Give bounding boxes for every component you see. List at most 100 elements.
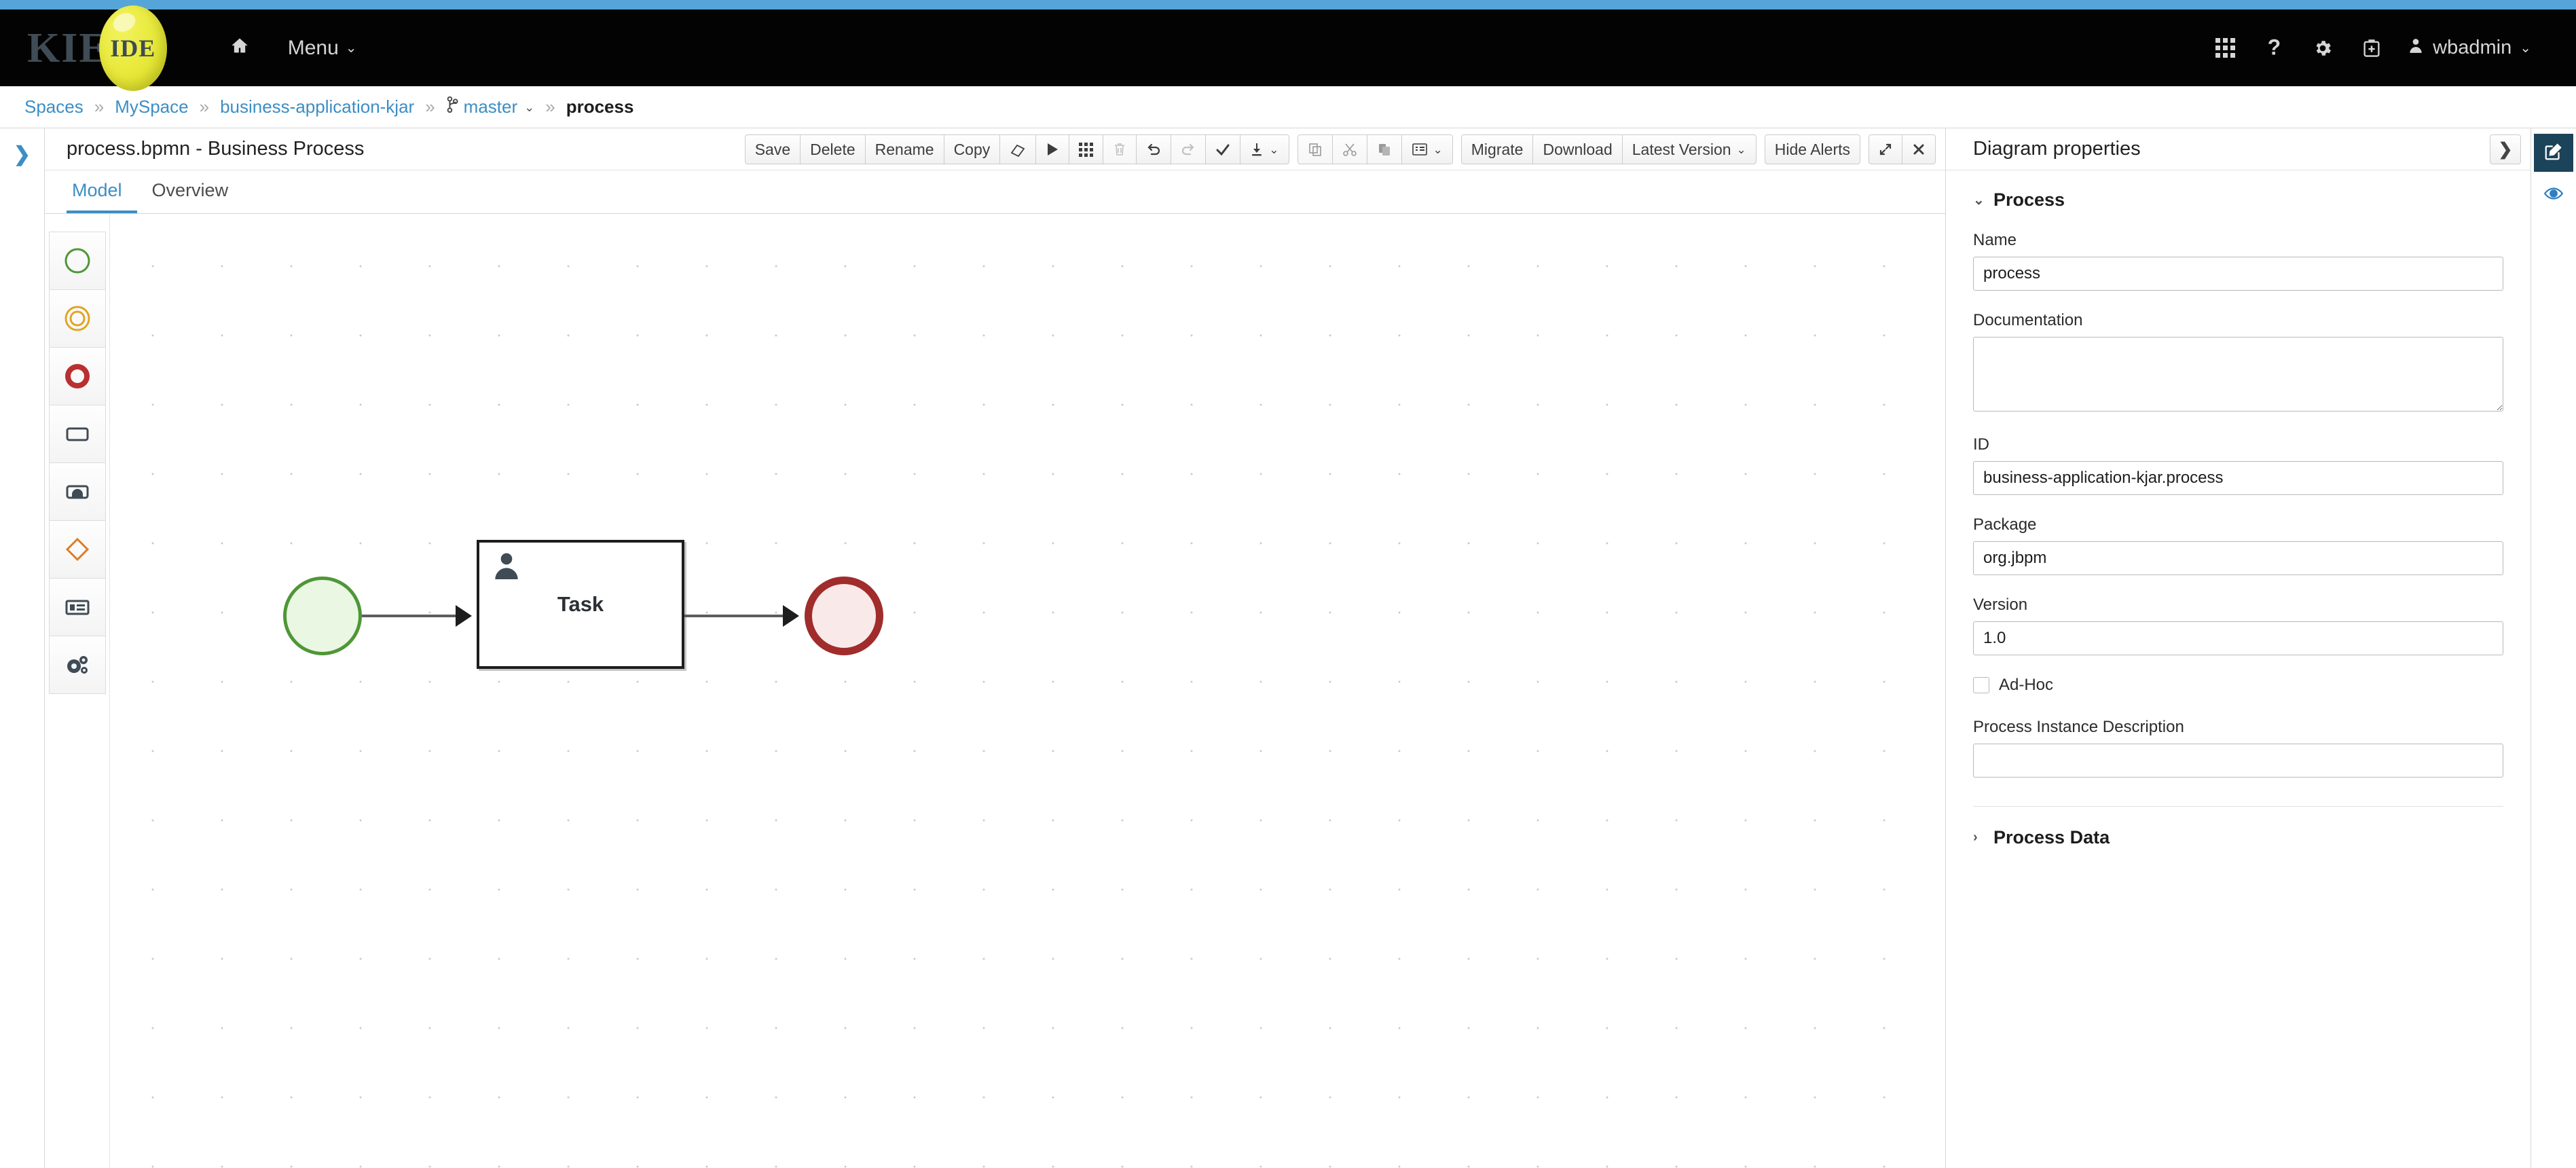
adhoc-checkbox[interactable] bbox=[1973, 677, 1989, 693]
adhoc-label[interactable]: Ad-Hoc bbox=[1999, 676, 2053, 695]
name-input[interactable] bbox=[1973, 257, 2503, 291]
name-label: Name bbox=[1973, 231, 2017, 249]
save-button[interactable]: Save bbox=[744, 134, 801, 164]
diagram-properties-panel: Diagram properties ❯ ⌄ Process Name Docu… bbox=[1946, 128, 2531, 1168]
grid-toggle-button[interactable] bbox=[1069, 134, 1104, 164]
duplicate-icon bbox=[1308, 142, 1323, 157]
preview-eye-tab[interactable] bbox=[2534, 176, 2573, 214]
pencil-square-icon bbox=[2543, 141, 2564, 165]
editor-column: process.bpmn - Business Process Save Del… bbox=[45, 128, 1946, 1168]
start-event-icon bbox=[65, 248, 90, 274]
section-process-data-header[interactable]: › Process Data bbox=[1973, 827, 2503, 848]
migrate-button[interactable]: Migrate bbox=[1460, 134, 1534, 164]
sequence-flow-start-to-task[interactable] bbox=[362, 615, 456, 617]
breadcrumb-item-spaces[interactable]: Spaces bbox=[24, 96, 84, 117]
close-x-icon bbox=[1912, 143, 1926, 156]
trash-icon bbox=[1113, 142, 1126, 157]
delete-button[interactable]: Delete bbox=[800, 134, 866, 164]
rename-button[interactable]: Rename bbox=[864, 134, 944, 164]
settings-gear-icon[interactable] bbox=[2298, 10, 2347, 86]
eraser-button[interactable] bbox=[999, 134, 1037, 164]
editor-tabs: Model Overview bbox=[45, 170, 1945, 214]
cut-button[interactable] bbox=[1331, 134, 1367, 164]
palette-subprocess-tool[interactable] bbox=[48, 462, 106, 521]
hide-alerts-button[interactable]: Hide Alerts bbox=[1764, 134, 1860, 164]
masthead: KIE IDE Menu ⌄ ? wbadmin ⌄ bbox=[0, 5, 2576, 91]
properties-header: Diagram properties ❯ bbox=[1946, 128, 2531, 170]
download-split-button[interactable]: ⌄ bbox=[1240, 134, 1289, 164]
palette-container-tool[interactable] bbox=[48, 578, 106, 636]
bpmn-end-event-node[interactable] bbox=[805, 577, 883, 655]
breadcrumb-item-myspace[interactable]: MySpace bbox=[115, 96, 188, 117]
palette-end-event-tool[interactable] bbox=[48, 347, 106, 405]
validate-check-button[interactable] bbox=[1205, 134, 1241, 164]
toolbar-file-actions: Save Delete Rename Copy ⌄ bbox=[744, 134, 1289, 164]
explorer-expand-chevron-right-icon[interactable]: ❯ bbox=[14, 145, 31, 1168]
version-label: Version bbox=[1973, 596, 2028, 614]
latest-version-dropdown[interactable]: Latest Version ⌄ bbox=[1621, 134, 1756, 164]
shape-palette bbox=[45, 214, 110, 1168]
section-process-header[interactable]: ⌄ Process bbox=[1973, 189, 2503, 211]
undo-icon bbox=[1146, 142, 1161, 157]
app-launcher-icon[interactable] bbox=[2201, 10, 2249, 86]
process-instance-description-input[interactable] bbox=[1973, 744, 2503, 778]
home-button[interactable] bbox=[210, 10, 269, 86]
documentation-textarea[interactable] bbox=[1973, 337, 2503, 412]
palette-service-tasks-tool[interactable] bbox=[48, 636, 106, 694]
sequence-flow-task-to-end[interactable] bbox=[684, 615, 783, 617]
properties-title: Diagram properties bbox=[1973, 138, 2141, 160]
bpmn-user-task-node[interactable]: Task bbox=[477, 540, 684, 669]
first-aid-kit-icon[interactable] bbox=[2347, 10, 2396, 86]
canvas-area: Task bbox=[45, 214, 1945, 1168]
trash-button[interactable] bbox=[1103, 134, 1137, 164]
chevron-down-icon: ⌄ bbox=[1269, 143, 1279, 156]
paste-icon bbox=[1377, 142, 1392, 157]
brand-logo[interactable]: KIE IDE bbox=[27, 5, 167, 91]
palette-intermediate-event-tool[interactable] bbox=[48, 289, 106, 348]
view-options-button[interactable]: ⌄ bbox=[1401, 134, 1453, 164]
user-menu-button[interactable]: wbadmin ⌄ bbox=[2396, 10, 2545, 86]
properties-edit-tab[interactable] bbox=[2534, 134, 2573, 172]
duplicate-button[interactable] bbox=[1297, 134, 1333, 164]
chevron-down-icon: ⌄ bbox=[1973, 193, 1985, 208]
package-input[interactable] bbox=[1973, 541, 2503, 575]
breadcrumb: Spaces » MySpace » business-application-… bbox=[0, 86, 2576, 128]
bpmn-task-label: Task bbox=[557, 592, 604, 616]
redo-icon bbox=[1181, 142, 1196, 157]
paste-button[interactable] bbox=[1366, 134, 1402, 164]
undo-button[interactable] bbox=[1136, 134, 1172, 164]
bpmn-start-event-node[interactable] bbox=[283, 577, 362, 655]
help-icon[interactable]: ? bbox=[2249, 10, 2298, 86]
close-button[interactable] bbox=[1902, 134, 1936, 164]
breadcrumb-branch-selector[interactable]: master ⌄ bbox=[446, 96, 534, 118]
bpmn-canvas[interactable]: Task bbox=[110, 214, 1945, 1168]
maximize-button[interactable] bbox=[1869, 134, 1902, 164]
copy-button[interactable]: Copy bbox=[943, 134, 1001, 164]
properties-collapse-button[interactable]: ❯ bbox=[2490, 134, 2521, 164]
tab-overview[interactable]: Overview bbox=[137, 170, 244, 213]
breadcrumb-separator: » bbox=[425, 96, 435, 117]
workspace: ❯ process.bpmn - Business Process Save D… bbox=[0, 128, 2576, 1168]
section-process-data-title: Process Data bbox=[1993, 827, 2110, 847]
home-icon bbox=[229, 36, 250, 60]
run-play-button[interactable] bbox=[1035, 134, 1070, 164]
palette-task-tool[interactable] bbox=[48, 405, 106, 463]
right-icon-rail bbox=[2531, 128, 2576, 1168]
subprocess-icon bbox=[66, 485, 88, 499]
version-input[interactable] bbox=[1973, 621, 2503, 655]
download-button[interactable]: Download bbox=[1532, 134, 1623, 164]
breadcrumb-item-project[interactable]: business-application-kjar bbox=[220, 96, 414, 117]
toolbar-clipboard-actions: ⌄ bbox=[1297, 134, 1453, 164]
breadcrumb-separator: » bbox=[199, 96, 210, 117]
tab-model[interactable]: Model bbox=[67, 170, 137, 213]
palette-start-event-tool[interactable] bbox=[48, 232, 106, 290]
redo-button[interactable] bbox=[1171, 134, 1207, 164]
package-label: Package bbox=[1973, 515, 2037, 534]
grid-icon bbox=[1079, 142, 1094, 157]
brand-primary-text: KIE bbox=[27, 24, 109, 71]
menu-button[interactable]: Menu ⌄ bbox=[269, 10, 376, 86]
palette-gateway-tool[interactable] bbox=[48, 520, 106, 579]
field-name: Name bbox=[1973, 231, 2503, 291]
gateway-diamond-icon bbox=[65, 537, 89, 562]
id-input[interactable] bbox=[1973, 461, 2503, 495]
